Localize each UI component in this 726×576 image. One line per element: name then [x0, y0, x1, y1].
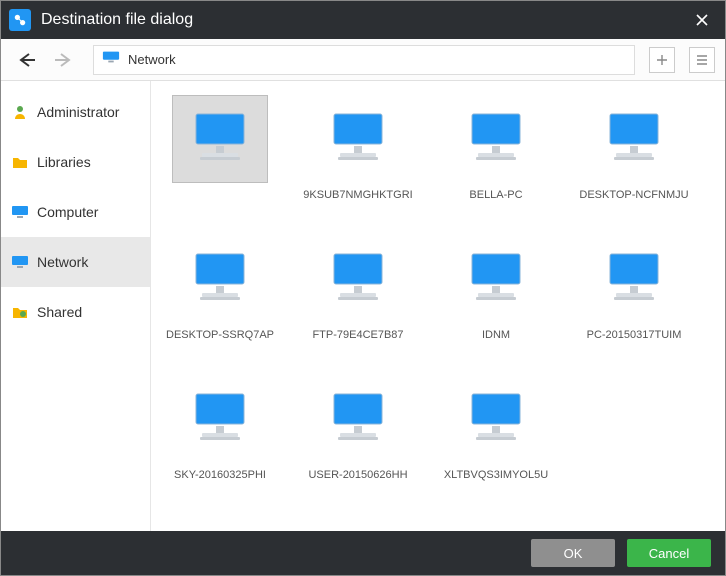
computer-icon [586, 235, 682, 323]
arrow-right-icon [53, 51, 75, 69]
network-computer-item[interactable]: 2K8-CI-SERVER [151, 89, 289, 229]
network-computer-item[interactable]: SKY-20160325PHI [151, 369, 289, 509]
computer-icon [586, 95, 682, 183]
network-computer-item[interactable]: FTP-79E4CE7B87 [289, 229, 427, 369]
nav-forward-button[interactable] [49, 45, 79, 75]
cancel-button[interactable]: Cancel [627, 539, 711, 567]
view-list-button[interactable] [689, 47, 715, 73]
sidebar: Administrator Libraries Computer Network Sha… [1, 81, 151, 531]
computer-icon [448, 95, 544, 183]
sidebar-item-libraries[interactable]: Libraries [1, 137, 150, 187]
sidebar-item-administrator[interactable]: Administrator [1, 87, 150, 137]
content-pane: 2K8-CI-SERVER 9KSUB7NMGHKTGRI BELLA-PC DESK… [151, 81, 725, 531]
user-icon [11, 103, 29, 121]
network-icon [102, 50, 120, 69]
item-grid: 2K8-CI-SERVER 9KSUB7NMGHKTGRI BELLA-PC DESK… [151, 89, 725, 509]
item-label: PC-20150317TUIM [570, 329, 698, 341]
folder-icon [11, 153, 29, 171]
sidebar-item-label: Computer [37, 204, 98, 220]
dialog-body: Administrator Libraries Computer Network Sha… [1, 81, 725, 531]
computer-icon [448, 375, 544, 463]
item-label: DESKTOP-SSRQ7AP [156, 329, 284, 341]
item-label: IDNM [432, 329, 560, 341]
network-computer-item[interactable]: 9KSUB7NMGHKTGRI [289, 89, 427, 229]
address-bar[interactable]: Network [93, 45, 635, 75]
sidebar-item-label: Administrator [37, 104, 119, 120]
nav-back-button[interactable] [11, 45, 41, 75]
dialog-footer: OK Cancel [1, 531, 725, 575]
sidebar-item-network[interactable]: Network [1, 237, 150, 287]
item-label: SKY-20160325PHI [156, 469, 284, 481]
sidebar-item-label: Network [37, 254, 88, 270]
arrow-left-icon [15, 51, 37, 69]
sidebar-item-shared[interactable]: Shared [1, 287, 150, 337]
item-label: BELLA-PC [432, 189, 560, 201]
network-computer-item[interactable]: DESKTOP-SSRQ7AP [151, 229, 289, 369]
shared-icon [11, 303, 29, 321]
computer-icon [172, 375, 268, 463]
item-label: 2K8-CI-SERVER [156, 189, 284, 201]
computer-icon [448, 235, 544, 323]
ok-button[interactable]: OK [531, 539, 615, 567]
item-label: USER-20150626HH [294, 469, 422, 481]
titlebar: Destination file dialog [1, 1, 725, 39]
dialog-window: Destination file dialog Network Administ… [0, 0, 726, 576]
computer-icon [172, 95, 268, 183]
plus-icon [655, 53, 669, 67]
item-label: FTP-79E4CE7B87 [294, 329, 422, 341]
network-icon [11, 253, 29, 271]
network-computer-item[interactable]: XLTBVQS3IMYOL5U [427, 369, 565, 509]
item-label: DESKTOP-NCFNMJU [570, 189, 698, 201]
item-label: XLTBVQS3IMYOL5U [432, 469, 560, 481]
monitor-icon [11, 203, 29, 221]
app-icon [9, 9, 31, 31]
network-computer-item[interactable]: USER-20150626HH [289, 369, 427, 509]
close-icon [695, 13, 709, 27]
network-computer-item[interactable]: DESKTOP-NCFNMJU [565, 89, 703, 229]
new-folder-button[interactable] [649, 47, 675, 73]
computer-icon [310, 95, 406, 183]
close-button[interactable] [687, 5, 717, 35]
network-computer-item[interactable]: IDNM [427, 229, 565, 369]
address-bar-text: Network [128, 52, 176, 67]
list-icon [695, 53, 709, 67]
nav-bar: Network [1, 39, 725, 81]
sidebar-item-label: Shared [37, 304, 82, 320]
sidebar-item-label: Libraries [37, 154, 91, 170]
network-computer-item[interactable]: BELLA-PC [427, 89, 565, 229]
network-computer-item[interactable]: PC-20150317TUIM [565, 229, 703, 369]
sidebar-item-computer[interactable]: Computer [1, 187, 150, 237]
item-label: 9KSUB7NMGHKTGRI [294, 189, 422, 201]
computer-icon [310, 235, 406, 323]
computer-icon [310, 375, 406, 463]
dialog-title: Destination file dialog [41, 11, 687, 29]
computer-icon [172, 235, 268, 323]
